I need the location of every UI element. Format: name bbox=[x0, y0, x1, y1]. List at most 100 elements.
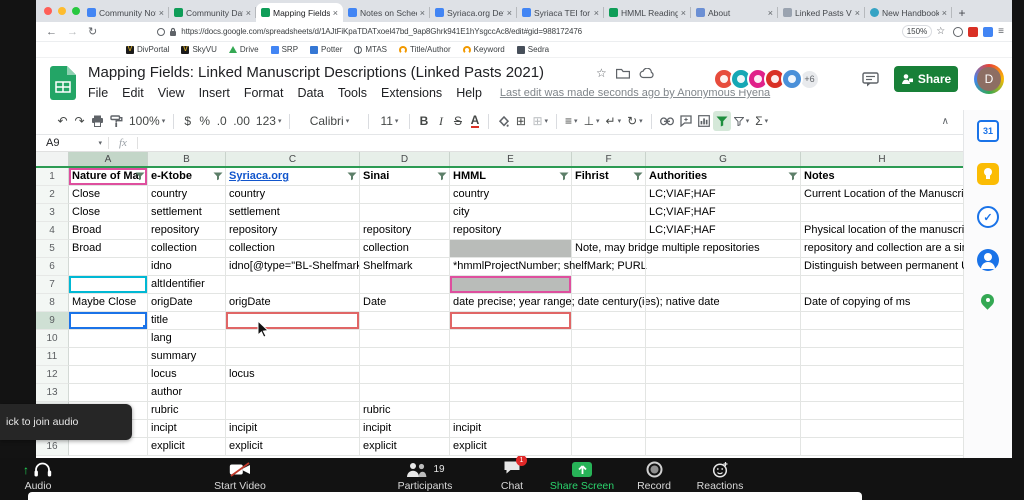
cell-D13[interactable] bbox=[360, 384, 450, 402]
merge-cells-button[interactable]: ⊞▾ bbox=[529, 111, 551, 131]
row-header-3[interactable]: 3 bbox=[36, 204, 69, 222]
tab-close-icon[interactable]: × bbox=[159, 8, 164, 18]
reactions-button[interactable]: Reactions bbox=[686, 461, 754, 492]
cell-E5[interactable] bbox=[450, 240, 572, 258]
keep-icon[interactable] bbox=[977, 163, 999, 185]
col-header-B[interactable]: B bbox=[148, 152, 226, 166]
filter-icon[interactable] bbox=[135, 172, 145, 181]
participants-button[interactable]: 19 Participants bbox=[385, 461, 465, 492]
cell-G2[interactable]: LC;VIAF;HAF bbox=[646, 186, 801, 204]
tab-close-icon[interactable]: × bbox=[333, 8, 338, 18]
cell-H15[interactable] bbox=[801, 420, 964, 438]
cell-F3[interactable] bbox=[572, 204, 646, 222]
browser-tab-bank[interactable]: Linked Pasts VII Sym× bbox=[778, 3, 865, 22]
col-header-C[interactable]: C bbox=[226, 152, 360, 166]
menu-extensions[interactable]: Extensions bbox=[381, 86, 442, 100]
browser-zoom-chip[interactable]: 150% bbox=[902, 25, 932, 38]
bookmark-star-icon[interactable]: ☆ bbox=[936, 26, 945, 37]
menu-insert[interactable]: Insert bbox=[199, 86, 230, 100]
cell-E4[interactable]: repository bbox=[450, 222, 572, 240]
cell-B10[interactable]: lang bbox=[148, 330, 226, 348]
cell-F13[interactable] bbox=[572, 384, 646, 402]
cell-E7[interactable] bbox=[450, 276, 572, 294]
extension-doc-icon[interactable] bbox=[983, 27, 993, 37]
format-percent-button[interactable]: % bbox=[196, 111, 213, 131]
cell-A2[interactable]: Close bbox=[69, 186, 148, 204]
cell-B6[interactable]: idno bbox=[148, 258, 226, 276]
borders-button[interactable]: ⊞ bbox=[512, 111, 529, 131]
cell-F4[interactable] bbox=[572, 222, 646, 240]
cell-D16[interactable]: explicit bbox=[360, 438, 450, 456]
more-formats-button[interactable]: 123▾ bbox=[253, 111, 285, 131]
cell-G14[interactable] bbox=[646, 402, 801, 420]
filter-icon[interactable] bbox=[633, 172, 643, 181]
decrease-decimals-button[interactable]: .0 bbox=[213, 111, 230, 131]
cell-C7[interactable] bbox=[226, 276, 360, 294]
cell-H9[interactable] bbox=[801, 312, 964, 330]
cell-D12[interactable] bbox=[360, 366, 450, 384]
redo-button[interactable]: ↷ bbox=[71, 111, 88, 131]
cell-A11[interactable] bbox=[69, 348, 148, 366]
cell-A10[interactable] bbox=[69, 330, 148, 348]
cell-D11[interactable] bbox=[360, 348, 450, 366]
zoom-select-button[interactable]: 100%▾ bbox=[126, 111, 168, 131]
horizontal-align-button[interactable]: ≡▾ bbox=[562, 111, 581, 131]
bookmark-divportal[interactable]: VDivPortal bbox=[126, 45, 169, 54]
row-header-13[interactable]: 13 bbox=[36, 384, 69, 402]
menu-view[interactable]: View bbox=[158, 86, 185, 100]
browser-tab-sheets[interactable]: Community Data: Lin× bbox=[169, 3, 256, 22]
cell-A1[interactable]: Nature of Ma bbox=[69, 168, 148, 186]
row-header-4[interactable]: 4 bbox=[36, 222, 69, 240]
row-header-16[interactable]: 16 bbox=[36, 438, 69, 456]
cell-F5[interactable]: Note, may bridge multiple repositories bbox=[572, 240, 646, 258]
cell-E2[interactable]: country bbox=[450, 186, 572, 204]
menu-tools[interactable]: Tools bbox=[338, 86, 367, 100]
document-title[interactable]: Mapping Fields: Linked Manuscript Descri… bbox=[88, 64, 544, 81]
cell-D7[interactable] bbox=[360, 276, 450, 294]
cell-A13[interactable] bbox=[69, 384, 148, 402]
cell-A16[interactable] bbox=[69, 438, 148, 456]
cell-A8[interactable]: Maybe Close bbox=[69, 294, 148, 312]
extension-adblock-icon[interactable] bbox=[968, 27, 978, 37]
filter-icon[interactable] bbox=[788, 172, 798, 181]
browser-tab-globe[interactable]: New Handbook of Sy× bbox=[865, 3, 952, 22]
minimize-window-button[interactable] bbox=[58, 7, 66, 15]
browser-tab-docs[interactable]: Syriaca.org Definitio× bbox=[430, 3, 517, 22]
cell-G12[interactable] bbox=[646, 366, 801, 384]
undo-button[interactable]: ↶ bbox=[54, 111, 71, 131]
cell-G16[interactable] bbox=[646, 438, 801, 456]
cell-E6[interactable]: *hmmlProjectNumber; shelfMark; PURL bbox=[450, 258, 572, 276]
cell-A5[interactable]: Broad bbox=[69, 240, 148, 258]
tasks-icon[interactable]: ✓ bbox=[977, 206, 999, 228]
cell-H7[interactable] bbox=[801, 276, 964, 294]
cell-C11[interactable] bbox=[226, 348, 360, 366]
cell-C5[interactable]: collection bbox=[226, 240, 360, 258]
cell-A4[interactable]: Broad bbox=[69, 222, 148, 240]
col-header-G[interactable]: G bbox=[646, 152, 801, 166]
cell-G3[interactable]: LC;VIAF;HAF bbox=[646, 204, 801, 222]
share-screen-button[interactable]: Share Screen bbox=[542, 461, 622, 492]
reload-icon[interactable]: ↻ bbox=[88, 25, 97, 38]
text-rotation-button[interactable]: ↻▾ bbox=[624, 111, 646, 131]
cell-C16[interactable]: explicit bbox=[226, 438, 360, 456]
sheets-logo-icon[interactable] bbox=[50, 66, 76, 105]
chat-button[interactable]: 1 Chat bbox=[487, 461, 537, 492]
join-audio-button[interactable]: ↑ Audio bbox=[2, 461, 74, 492]
cell-B11[interactable]: summary bbox=[148, 348, 226, 366]
maps-icon[interactable] bbox=[977, 292, 999, 314]
bookmark-keyword[interactable]: Keyword bbox=[463, 45, 505, 54]
cell-C12[interactable]: locus bbox=[226, 366, 360, 384]
cell-H6[interactable]: Distinguish between permanent UR bbox=[801, 258, 964, 276]
cell-F7[interactable] bbox=[572, 276, 646, 294]
cell-C6[interactable]: idno[@type="BL-Shelfmark"] bbox=[226, 258, 360, 276]
cell-E15[interactable]: incipit bbox=[450, 420, 572, 438]
cell-C3[interactable]: settlement bbox=[226, 204, 360, 222]
forward-icon[interactable]: → bbox=[67, 26, 78, 38]
increase-decimals-button[interactable]: .00 bbox=[230, 111, 253, 131]
strikethrough-button[interactable]: S bbox=[449, 111, 466, 131]
cell-E9[interactable] bbox=[450, 312, 572, 330]
cell-H4[interactable]: Physical location of the manuscript bbox=[801, 222, 964, 240]
cell-E13[interactable] bbox=[450, 384, 572, 402]
profile-avatar[interactable]: D bbox=[974, 64, 1004, 94]
filter-icon[interactable] bbox=[437, 172, 447, 181]
